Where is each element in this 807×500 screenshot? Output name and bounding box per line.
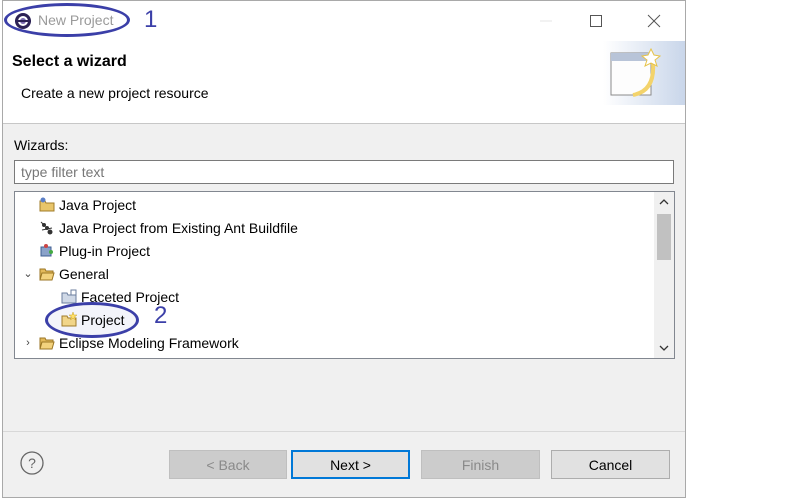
- tree-item-label: Plug-in Project: [59, 242, 151, 259]
- wizards-label: Wizards:: [14, 137, 69, 153]
- page-description: Create a new project resource: [21, 85, 209, 101]
- project-icon: [61, 311, 77, 326]
- tree-item-eclipse-modeling-framework[interactable]: › Eclipse Modeling Framework: [15, 331, 661, 354]
- scroll-up-button[interactable]: [654, 192, 674, 212]
- tree-item-label: Java Project from Existing Ant Buildfile: [59, 219, 298, 236]
- close-icon: [647, 14, 661, 28]
- tree-item-label: Eclipse Modeling Framework: [59, 334, 239, 351]
- new-wizard-banner-icon: [603, 41, 685, 105]
- tree-item-general[interactable]: ⌄ General: [15, 262, 661, 285]
- svg-text:?: ?: [28, 455, 36, 471]
- annotation-number-2: 2: [154, 302, 168, 329]
- wizard-tree[interactable]: Java Project Java Project from Existing …: [14, 191, 675, 359]
- tree-item-java-ant-project[interactable]: Java Project from Existing Ant Buildfile: [15, 216, 674, 239]
- minimize-button[interactable]: [523, 7, 569, 35]
- annotation-number-1: 1: [144, 6, 158, 33]
- folder-open-icon: [39, 337, 55, 349]
- chevron-down-icon[interactable]: ⌄: [21, 267, 35, 280]
- next-button[interactable]: Next >: [291, 450, 410, 479]
- faceted-project-icon: [61, 289, 77, 303]
- tree-item-label: Java Project: [59, 196, 137, 213]
- folder-open-icon: [39, 268, 55, 280]
- chevron-down-icon: [659, 345, 669, 351]
- filter-input[interactable]: [14, 160, 674, 184]
- title-bar[interactable]: New Project 1: [3, 1, 685, 41]
- tree-item-label: General: [59, 265, 109, 282]
- scroll-down-button[interactable]: [654, 338, 674, 358]
- tree-scrollbar[interactable]: [654, 192, 674, 358]
- help-icon[interactable]: ?: [19, 450, 45, 476]
- tree-item-label: Project: [81, 311, 125, 328]
- new-project-dialog: New Project 1 Select a wizard Create a n…: [2, 0, 686, 498]
- finish-button[interactable]: Finish: [421, 450, 540, 479]
- title-annotation-ellipse: [4, 3, 130, 37]
- minimize-icon: [540, 20, 552, 22]
- tree-item-java-project[interactable]: Java Project: [15, 193, 674, 216]
- wizard-header: Select a wizard Create a new project res…: [3, 41, 685, 124]
- plugin-icon: [40, 243, 53, 256]
- java-project-icon: [39, 197, 55, 211]
- ant-icon: [40, 221, 53, 234]
- tree-item-project[interactable]: Project: [15, 308, 674, 331]
- tree-item-plugin-project[interactable]: Plug-in Project: [15, 239, 674, 262]
- close-button[interactable]: [631, 7, 677, 35]
- footer-divider: [3, 431, 685, 432]
- scroll-thumb[interactable]: [657, 214, 671, 260]
- cancel-button[interactable]: Cancel: [551, 450, 670, 479]
- maximize-icon: [590, 15, 602, 27]
- back-button[interactable]: < Back: [169, 450, 287, 479]
- page-title: Select a wizard: [12, 53, 127, 70]
- chevron-right-icon[interactable]: ›: [21, 337, 35, 349]
- chevron-up-icon: [659, 199, 669, 205]
- maximize-button[interactable]: [573, 7, 619, 35]
